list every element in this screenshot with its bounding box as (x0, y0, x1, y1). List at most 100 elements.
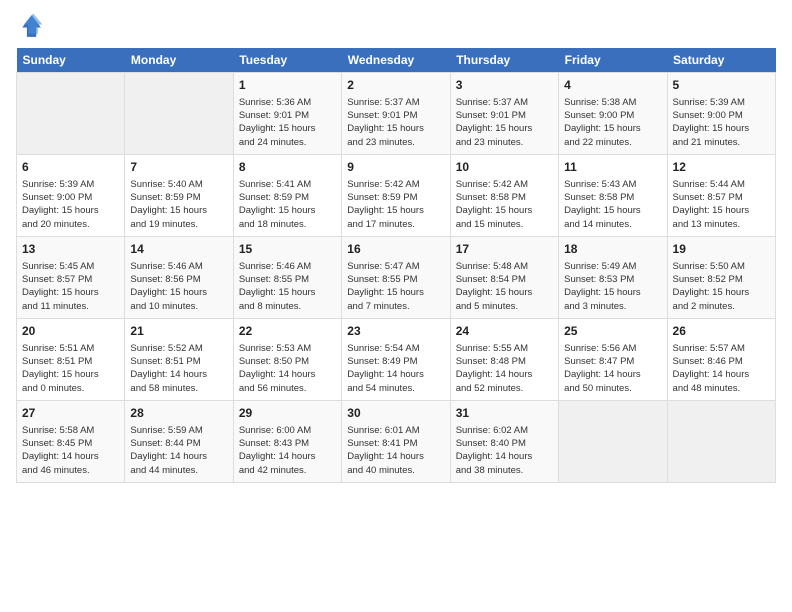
day-info: Daylight: 14 hours (239, 450, 336, 463)
day-info: Daylight: 15 hours (130, 286, 227, 299)
day-info: Sunset: 9:00 PM (22, 191, 119, 204)
day-number: 11 (564, 159, 661, 176)
day-info: Daylight: 15 hours (347, 204, 444, 217)
day-number: 10 (456, 159, 553, 176)
calendar-cell (559, 401, 667, 483)
header-day-monday: Monday (125, 48, 233, 73)
day-info: and 50 minutes. (564, 382, 661, 395)
day-info: Daylight: 14 hours (22, 450, 119, 463)
week-row-4: 20Sunrise: 5:51 AMSunset: 8:51 PMDayligh… (17, 319, 776, 401)
day-number: 3 (456, 77, 553, 94)
calendar-cell: 20Sunrise: 5:51 AMSunset: 8:51 PMDayligh… (17, 319, 125, 401)
day-info: Sunrise: 5:52 AM (130, 342, 227, 355)
day-info: Daylight: 15 hours (673, 286, 770, 299)
day-number: 15 (239, 241, 336, 258)
day-info: Sunset: 8:59 PM (347, 191, 444, 204)
day-info: Sunrise: 5:50 AM (673, 260, 770, 273)
day-info: Sunset: 9:01 PM (239, 109, 336, 122)
day-info: Sunset: 8:59 PM (130, 191, 227, 204)
calendar-cell: 4Sunrise: 5:38 AMSunset: 9:00 PMDaylight… (559, 73, 667, 155)
header-day-thursday: Thursday (450, 48, 558, 73)
day-info: and 5 minutes. (456, 300, 553, 313)
day-info: and 54 minutes. (347, 382, 444, 395)
day-info: and 23 minutes. (456, 136, 553, 149)
calendar-cell (17, 73, 125, 155)
day-number: 28 (130, 405, 227, 422)
day-info: Daylight: 15 hours (564, 286, 661, 299)
day-info: Sunset: 8:55 PM (347, 273, 444, 286)
day-info: and 58 minutes. (130, 382, 227, 395)
calendar-cell: 8Sunrise: 5:41 AMSunset: 8:59 PMDaylight… (233, 155, 341, 237)
header-day-wednesday: Wednesday (342, 48, 450, 73)
week-row-2: 6Sunrise: 5:39 AMSunset: 9:00 PMDaylight… (17, 155, 776, 237)
header-day-saturday: Saturday (667, 48, 775, 73)
calendar-cell (667, 401, 775, 483)
day-info: Sunset: 8:53 PM (564, 273, 661, 286)
day-info: and 15 minutes. (456, 218, 553, 231)
day-info: Sunrise: 5:37 AM (347, 96, 444, 109)
day-number: 18 (564, 241, 661, 258)
day-number: 20 (22, 323, 119, 340)
day-info: Sunrise: 5:36 AM (239, 96, 336, 109)
calendar-cell: 3Sunrise: 5:37 AMSunset: 9:01 PMDaylight… (450, 73, 558, 155)
calendar-cell: 9 Sunrise: 5:42 AMSunset: 8:59 PMDaylight… (342, 155, 450, 237)
day-info: Sunrise: 5:46 AM (239, 260, 336, 273)
calendar-cell: 17Sunrise: 5:48 AMSunset: 8:54 PMDayligh… (450, 237, 558, 319)
day-number: 13 (22, 241, 119, 258)
day-info: Sunset: 8:43 PM (239, 437, 336, 450)
day-info: and 40 minutes. (347, 464, 444, 477)
day-info: and 18 minutes. (239, 218, 336, 231)
day-info: and 23 minutes. (347, 136, 444, 149)
day-info: Daylight: 15 hours (22, 204, 119, 217)
day-info: and 38 minutes. (456, 464, 553, 477)
day-info: Sunset: 8:58 PM (564, 191, 661, 204)
day-info: Sunset: 8:49 PM (347, 355, 444, 368)
day-info: Sunset: 8:45 PM (22, 437, 119, 450)
day-info: Sunset: 8:50 PM (239, 355, 336, 368)
day-number: 26 (673, 323, 770, 340)
day-info: Sunrise: 5:45 AM (22, 260, 119, 273)
day-info: and 10 minutes. (130, 300, 227, 313)
day-info: Sunset: 9:01 PM (347, 109, 444, 122)
day-info: and 8 minutes. (239, 300, 336, 313)
calendar-cell: 10Sunrise: 5:42 AMSunset: 8:58 PMDayligh… (450, 155, 558, 237)
header-row: SundayMondayTuesdayWednesdayThursdayFrid… (17, 48, 776, 73)
day-info: Daylight: 14 hours (673, 368, 770, 381)
day-info: Sunrise: 6:02 AM (456, 424, 553, 437)
day-info: and 14 minutes. (564, 218, 661, 231)
day-info: Daylight: 15 hours (564, 122, 661, 135)
day-info: Sunrise: 5:42 AM (347, 178, 444, 191)
day-info: Sunset: 9:01 PM (456, 109, 553, 122)
calendar-cell: 14Sunrise: 5:46 AMSunset: 8:56 PMDayligh… (125, 237, 233, 319)
day-info: Sunset: 8:59 PM (239, 191, 336, 204)
week-row-5: 27Sunrise: 5:58 AMSunset: 8:45 PMDayligh… (17, 401, 776, 483)
day-info: Sunrise: 5:58 AM (22, 424, 119, 437)
day-info: Daylight: 15 hours (22, 368, 119, 381)
week-row-3: 13 Sunrise: 5:45 AMSunset: 8:57 PM Dayligh… (17, 237, 776, 319)
day-info: Daylight: 15 hours (456, 204, 553, 217)
day-number: 9 (347, 159, 444, 176)
day-info: Sunset: 8:57 PM (22, 273, 119, 286)
day-info: and 13 minutes. (673, 218, 770, 231)
day-number: 1 (239, 77, 336, 94)
day-info: Sunrise: 5:38 AM (564, 96, 661, 109)
calendar-cell: 6Sunrise: 5:39 AMSunset: 9:00 PMDaylight… (17, 155, 125, 237)
calendar-table: SundayMondayTuesdayWednesdayThursdayFrid… (16, 48, 776, 483)
day-number: 16 (347, 241, 444, 258)
day-number: 25 (564, 323, 661, 340)
day-info: Daylight: 14 hours (130, 368, 227, 381)
day-info: and 21 minutes. (673, 136, 770, 149)
day-info: Daylight: 15 hours (564, 204, 661, 217)
day-info: Daylight: 15 hours (239, 286, 336, 299)
calendar-cell: 31Sunrise: 6:02 AMSunset: 8:40 PMDayligh… (450, 401, 558, 483)
calendar-cell: 19Sunrise: 5:50 AMSunset: 8:52 PMDayligh… (667, 237, 775, 319)
day-info: Daylight: 14 hours (347, 450, 444, 463)
day-info: Sunset: 8:40 PM (456, 437, 553, 450)
day-info: Daylight: 15 hours (347, 286, 444, 299)
day-info: Sunset: 9:00 PM (673, 109, 770, 122)
logo (16, 12, 48, 40)
calendar-cell: 25Sunrise: 5:56 AMSunset: 8:47 PMDayligh… (559, 319, 667, 401)
day-info: Daylight: 15 hours (130, 204, 227, 217)
logo-icon (16, 12, 44, 40)
calendar-cell (125, 73, 233, 155)
